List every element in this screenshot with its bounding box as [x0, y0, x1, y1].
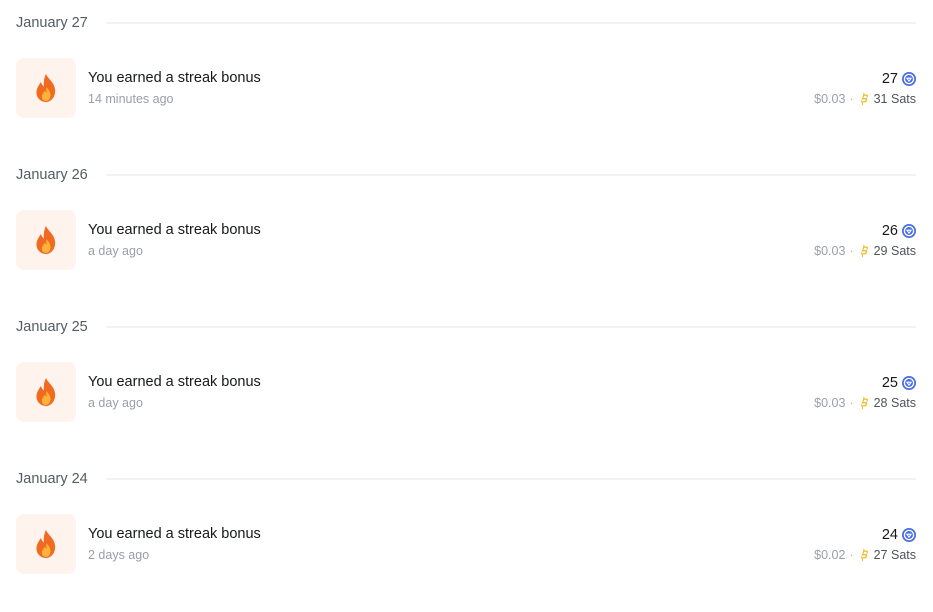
points-row: 25 [882, 373, 916, 393]
activity-timestamp: a day ago [88, 244, 143, 258]
bitcoin-icon [860, 396, 868, 409]
points-value: 27 [881, 70, 898, 87]
date-label: January 27 [16, 15, 88, 31]
activity-item[interactable]: You earned a streak bonus a day ago 25 $… [16, 362, 916, 422]
date-divider [105, 326, 916, 328]
points-row: 27 [882, 69, 916, 89]
usd-value: $0.03 [814, 395, 846, 410]
activity-item[interactable]: You earned a streak bonus 2 days ago 24 … [16, 514, 916, 574]
day-group: January 24 You earned a streak bonus 2 d… [0, 460, 933, 612]
date-divider [105, 478, 916, 480]
day-group: January 25 You earned a streak bonus a d… [0, 308, 933, 460]
flame-icon [36, 74, 56, 102]
value-row: $0.03 · 31 Sats [814, 90, 916, 108]
points-row: 26 [882, 221, 916, 241]
flame-icon [36, 226, 56, 254]
day-group: January 26 You earned a streak bonus a d… [0, 156, 933, 308]
activity-icon-badge [16, 58, 76, 118]
bitcoin-icon [860, 92, 868, 105]
activity-text: You earned a streak bonus a day ago [88, 221, 261, 259]
flame-icon [36, 530, 56, 558]
reward-summary: 24 $0.02 · 27 Sats [814, 525, 916, 564]
reward-summary: 26 $0.03 · 29 Sats [814, 221, 916, 260]
activity-timestamp: 2 days ago [88, 548, 150, 562]
reward-summary: 25 $0.03 · 28 Sats [814, 373, 916, 412]
value-separator: · [849, 547, 854, 562]
value-separator: · [849, 395, 854, 410]
points-coin-icon [902, 223, 916, 238]
activity-text: You earned a streak bonus 14 minutes ago [88, 69, 261, 107]
bitcoin-icon [860, 548, 868, 561]
date-label: January 24 [16, 471, 88, 487]
sats-value: 28 Sats [873, 395, 916, 410]
points-coin-icon [902, 375, 916, 390]
sats-value: 27 Sats [873, 547, 916, 562]
activity-title: You earned a streak bonus [88, 222, 261, 238]
value-row: $0.03 · 29 Sats [814, 242, 916, 260]
activity-title: You earned a streak bonus [88, 526, 261, 542]
value-separator: · [849, 91, 854, 106]
activity-item[interactable]: You earned a streak bonus 14 minutes ago… [16, 58, 916, 118]
activity-title: You earned a streak bonus [88, 374, 261, 390]
activity-item[interactable]: You earned a streak bonus a day ago 26 $… [16, 210, 916, 270]
date-header: January 25 [16, 316, 916, 338]
points-row: 24 [882, 525, 916, 545]
date-label: January 25 [16, 319, 88, 335]
value-separator: · [849, 243, 854, 258]
sats-value: 31 Sats [873, 91, 916, 106]
activity-text: You earned a streak bonus a day ago [88, 373, 261, 411]
flame-icon [36, 378, 56, 406]
usd-value: $0.02 [814, 547, 846, 562]
date-label: January 26 [16, 167, 88, 183]
value-row: $0.02 · 27 Sats [814, 546, 916, 564]
date-header: January 27 [16, 12, 916, 34]
reward-summary: 27 $0.03 · 31 Sats [814, 69, 916, 108]
activity-icon-badge [16, 210, 76, 270]
points-coin-icon [902, 71, 916, 86]
sats-value: 29 Sats [873, 243, 916, 258]
points-coin-icon [902, 527, 916, 542]
activity-title: You earned a streak bonus [88, 70, 261, 86]
date-divider [105, 22, 916, 24]
activity-timestamp: a day ago [88, 396, 143, 410]
bitcoin-icon [860, 244, 868, 257]
points-value: 24 [881, 526, 898, 543]
value-row: $0.03 · 28 Sats [814, 394, 916, 412]
date-divider [105, 174, 916, 176]
day-group: January 27 You earned a streak bonus 14 … [0, 4, 933, 156]
date-header: January 24 [16, 468, 916, 490]
activity-icon-badge [16, 514, 76, 574]
points-value: 25 [881, 374, 898, 391]
activity-timestamp: 14 minutes ago [88, 92, 174, 106]
date-header: January 26 [16, 164, 916, 186]
usd-value: $0.03 [814, 91, 846, 106]
activity-text: You earned a streak bonus 2 days ago [88, 525, 261, 563]
activity-icon-badge [16, 362, 76, 422]
points-value: 26 [881, 222, 898, 239]
rewards-activity-feed: January 27 You earned a streak bonus 14 … [0, 0, 933, 612]
usd-value: $0.03 [814, 243, 846, 258]
